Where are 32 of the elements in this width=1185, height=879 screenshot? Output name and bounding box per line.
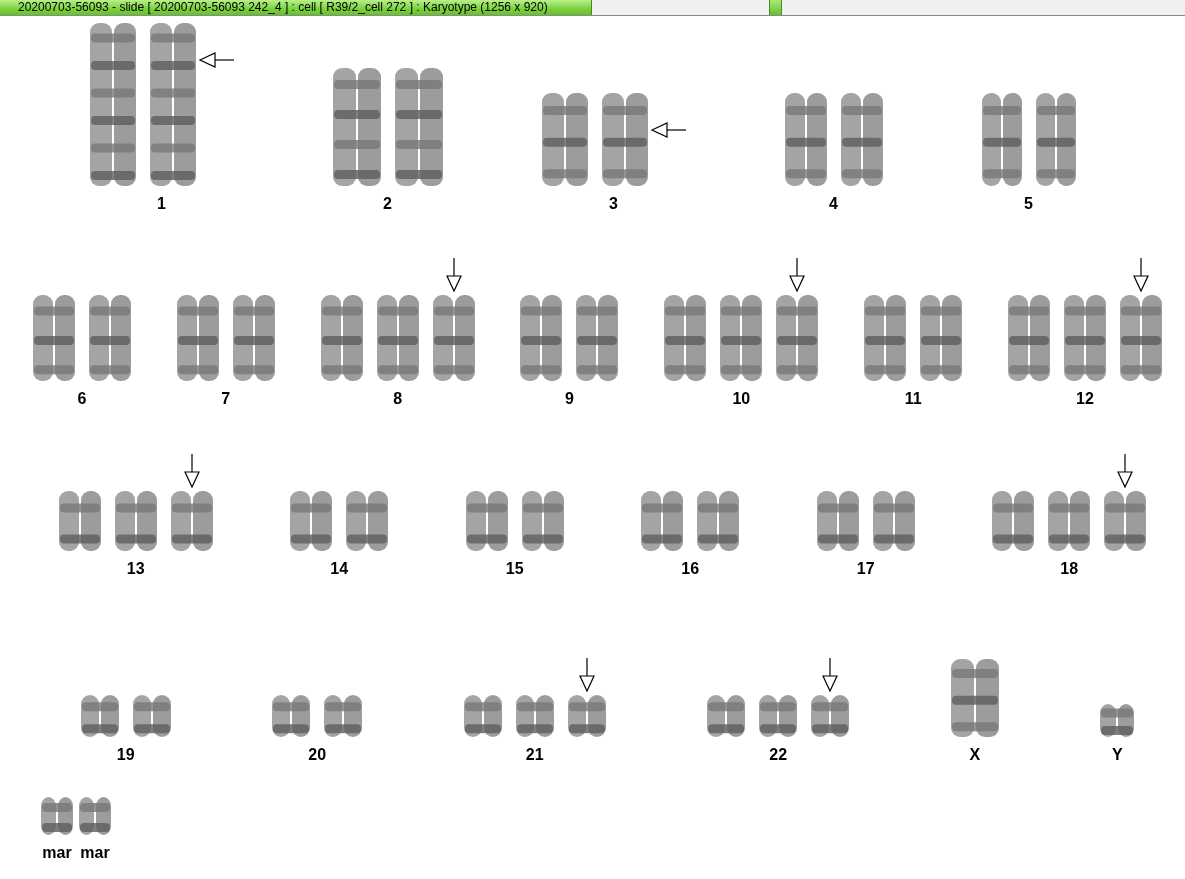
chromosome-label: 19 [116,746,135,764]
chromosome-label: 13 [126,560,145,578]
chromosome-label: 8 [393,390,403,408]
chromosome-label: 6 [77,390,87,408]
chromosome-drawing [169,490,214,552]
status-indicator [769,0,782,15]
window-title: 20200703-56093 - slide [ 20200703-56093 242_4 ] : cell [ R39/2_cell 272 ] : Karyotype (1256 x 920) [0,0,592,15]
chromosome-label: 1 [157,195,166,213]
chromosome-label: 5 [1024,195,1033,213]
chromosome-label: 2 [383,195,392,213]
chromosome-drawing [1103,490,1148,552]
chromosome-label: mar [42,844,72,862]
chromosome-label: 16 [681,560,700,578]
chromosome-label: 11 [904,390,922,408]
chromosome-label: 15 [505,560,524,578]
chromosome-label: 7 [221,390,231,408]
chromosome-label: mar [80,844,110,862]
chromosome-label: 9 [565,390,574,408]
chromosome-drawing [810,694,851,738]
chromosome-label: 17 [856,560,875,578]
chromosome-drawing [566,694,607,738]
chromosome-label: 21 [525,746,544,764]
chromosome-label: 20 [308,746,327,764]
chromosome-label: 3 [609,195,618,213]
chromosome-label: X [969,746,981,764]
chromosome-label: 22 [769,746,788,764]
chromosome-label: 18 [1060,560,1079,578]
chromosome-label: 14 [330,560,349,578]
chromosome-label: Y [1111,746,1123,764]
chromosome-label: 12 [1076,390,1094,408]
chromosome-label: 10 [732,390,751,408]
chromosome-label: 4 [829,195,838,213]
